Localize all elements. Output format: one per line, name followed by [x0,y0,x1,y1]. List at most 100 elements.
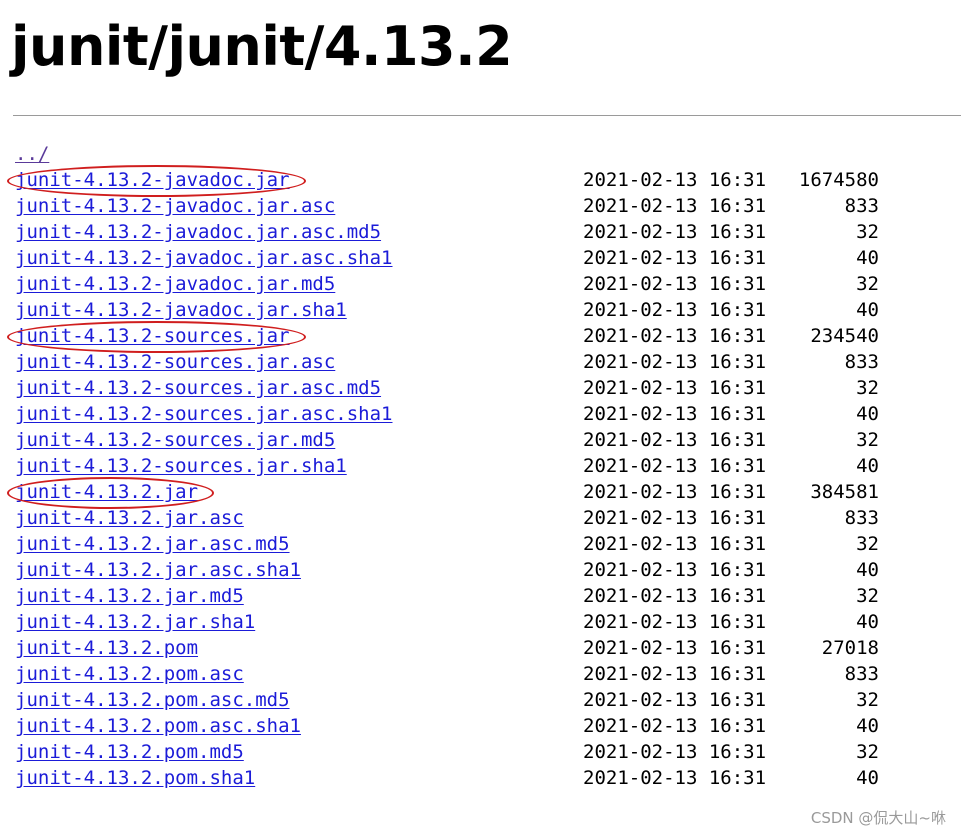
file-date: 2021-02-13 16:31 [583,195,767,217]
file-link[interactable]: junit-4.13.2-javadoc.jar.md5 [15,273,335,295]
file-link[interactable]: junit-4.13.2-sources.jar [15,325,290,347]
parent-directory-row: ../ [15,141,895,167]
file-size: 833 [844,351,879,373]
file-link[interactable]: junit-4.13.2.jar [15,481,198,503]
file-row: junit-4.13.2-javadoc.jar.md5 2021-02-13 1… [15,271,895,297]
file-size: 32 [856,273,879,295]
file-row: junit-4.13.2.pom.asc 2021-02-13 16:31 833 [15,661,895,687]
file-date: 2021-02-13 16:31 [583,741,767,763]
file-listing: ../ junit-4.13.2-javadoc.jar 2021-02-13 1… [7,141,895,791]
file-size: 833 [844,663,879,685]
file-size: 32 [856,689,879,711]
file-row: junit-4.13.2-javadoc.jar.asc 2021-02-13 1… [15,193,895,219]
file-size: 234540 [810,325,879,347]
file-size: 32 [856,429,879,451]
file-date: 2021-02-13 16:31 [583,403,767,425]
file-link[interactable]: junit-4.13.2.jar.asc.sha1 [15,559,301,581]
file-link[interactable]: junit-4.13.2.pom.md5 [15,741,244,763]
file-link[interactable]: junit-4.13.2-javadoc.jar [15,169,290,191]
file-link[interactable]: junit-4.13.2-sources.jar.asc [15,351,335,373]
file-row: junit-4.13.2.pom.md5 2021-02-13 16:31 32 [15,739,895,765]
file-row: junit-4.13.2-javadoc.jar.sha1 2021-02-13 … [15,297,895,323]
file-row: junit-4.13.2-sources.jar.md5 2021-02-13 1… [15,427,895,453]
file-date: 2021-02-13 16:31 [583,663,767,685]
file-date: 2021-02-13 16:31 [583,351,767,373]
file-date: 2021-02-13 16:31 [583,507,767,529]
file-size: 833 [844,507,879,529]
file-link[interactable]: junit-4.13.2.pom [15,637,198,659]
file-size: 1674580 [798,169,879,191]
file-link[interactable]: junit-4.13.2.jar.asc [15,507,244,529]
file-date: 2021-02-13 16:31 [583,429,767,451]
file-size: 27018 [821,637,879,659]
file-date: 2021-02-13 16:31 [583,533,767,555]
file-date: 2021-02-13 16:31 [583,247,767,269]
file-link[interactable]: junit-4.13.2.pom.sha1 [15,767,255,789]
file-date: 2021-02-13 16:31 [583,689,767,711]
file-row: junit-4.13.2.pom.sha1 2021-02-13 16:31 40 [15,765,895,791]
file-size: 40 [856,299,879,321]
file-link[interactable]: junit-4.13.2.pom.asc.sha1 [15,715,301,737]
file-row: junit-4.13.2.jar.asc.md5 2021-02-13 16:31… [15,531,895,557]
file-size: 32 [856,741,879,763]
file-row: junit-4.13.2-javadoc.jar.asc.sha1 2021-02… [15,245,895,271]
file-size: 40 [856,403,879,425]
file-date: 2021-02-13 16:31 [583,481,767,503]
file-row: junit-4.13.2-sources.jar.asc.sha1 2021-02… [15,401,895,427]
file-row: junit-4.13.2-javadoc.jar 2021-02-13 16:31… [7,165,895,197]
file-link[interactable]: junit-4.13.2-sources.jar.asc.sha1 [15,403,393,425]
file-link[interactable]: junit-4.13.2-javadoc.jar.asc.md5 [15,221,381,243]
file-size: 833 [844,195,879,217]
parent-directory-link[interactable]: ../ [15,143,49,165]
file-size: 384581 [810,481,879,503]
divider [13,115,961,116]
file-date: 2021-02-13 16:31 [583,715,767,737]
file-row: junit-4.13.2.jar.asc.sha1 2021-02-13 16:3… [15,557,895,583]
file-link[interactable]: junit-4.13.2-sources.jar.sha1 [15,455,347,477]
page-title: junit/junit/4.13.2 [11,15,513,78]
file-row: junit-4.13.2-sources.jar.asc 2021-02-13 1… [15,349,895,375]
file-row: junit-4.13.2.jar.asc 2021-02-13 16:31 833 [15,505,895,531]
file-size: 40 [856,767,879,789]
file-link[interactable]: junit-4.13.2-javadoc.jar.sha1 [15,299,347,321]
file-size: 32 [856,585,879,607]
file-date: 2021-02-13 16:31 [583,169,767,191]
file-row: junit-4.13.2-sources.jar.sha1 2021-02-13 … [15,453,895,479]
file-link[interactable]: junit-4.13.2.pom.asc.md5 [15,689,290,711]
file-date: 2021-02-13 16:31 [583,377,767,399]
file-size: 32 [856,221,879,243]
file-row: junit-4.13.2.jar.sha1 2021-02-13 16:31 40 [15,609,895,635]
file-date: 2021-02-13 16:31 [583,559,767,581]
file-link[interactable]: junit-4.13.2-javadoc.jar.asc [15,195,335,217]
file-size: 40 [856,715,879,737]
file-date: 2021-02-13 16:31 [583,273,767,295]
file-row: junit-4.13.2.jar 2021-02-13 16:31 384581 [7,477,895,509]
file-date: 2021-02-13 16:31 [583,637,767,659]
file-size: 40 [856,455,879,477]
file-size: 32 [856,377,879,399]
file-date: 2021-02-13 16:31 [583,221,767,243]
file-row: junit-4.13.2-sources.jar 2021-02-13 16:31… [7,321,895,353]
file-link[interactable]: junit-4.13.2-sources.jar.md5 [15,429,335,451]
file-link[interactable]: junit-4.13.2-sources.jar.asc.md5 [15,377,381,399]
file-link[interactable]: junit-4.13.2.jar.sha1 [15,611,255,633]
file-date: 2021-02-13 16:31 [583,585,767,607]
file-date: 2021-02-13 16:31 [583,455,767,477]
file-date: 2021-02-13 16:31 [583,767,767,789]
file-link[interactable]: junit-4.13.2.jar.md5 [15,585,244,607]
file-row: junit-4.13.2.jar.md5 2021-02-13 16:31 32 [15,583,895,609]
file-date: 2021-02-13 16:31 [583,611,767,633]
file-row: junit-4.13.2-sources.jar.asc.md5 2021-02-… [15,375,895,401]
file-link[interactable]: junit-4.13.2-javadoc.jar.asc.sha1 [15,247,393,269]
file-date: 2021-02-13 16:31 [583,325,767,347]
file-link[interactable]: junit-4.13.2.jar.asc.md5 [15,533,290,555]
file-size: 40 [856,611,879,633]
file-size: 40 [856,559,879,581]
file-link[interactable]: junit-4.13.2.pom.asc [15,663,244,685]
watermark: CSDN @侃大山~咻 [810,809,946,827]
file-date: 2021-02-13 16:31 [583,299,767,321]
file-size: 32 [856,533,879,555]
file-size: 40 [856,247,879,269]
file-row: junit-4.13.2-javadoc.jar.asc.md5 2021-02-… [15,219,895,245]
file-row: junit-4.13.2.pom 2021-02-13 16:31 27018 [15,635,895,661]
